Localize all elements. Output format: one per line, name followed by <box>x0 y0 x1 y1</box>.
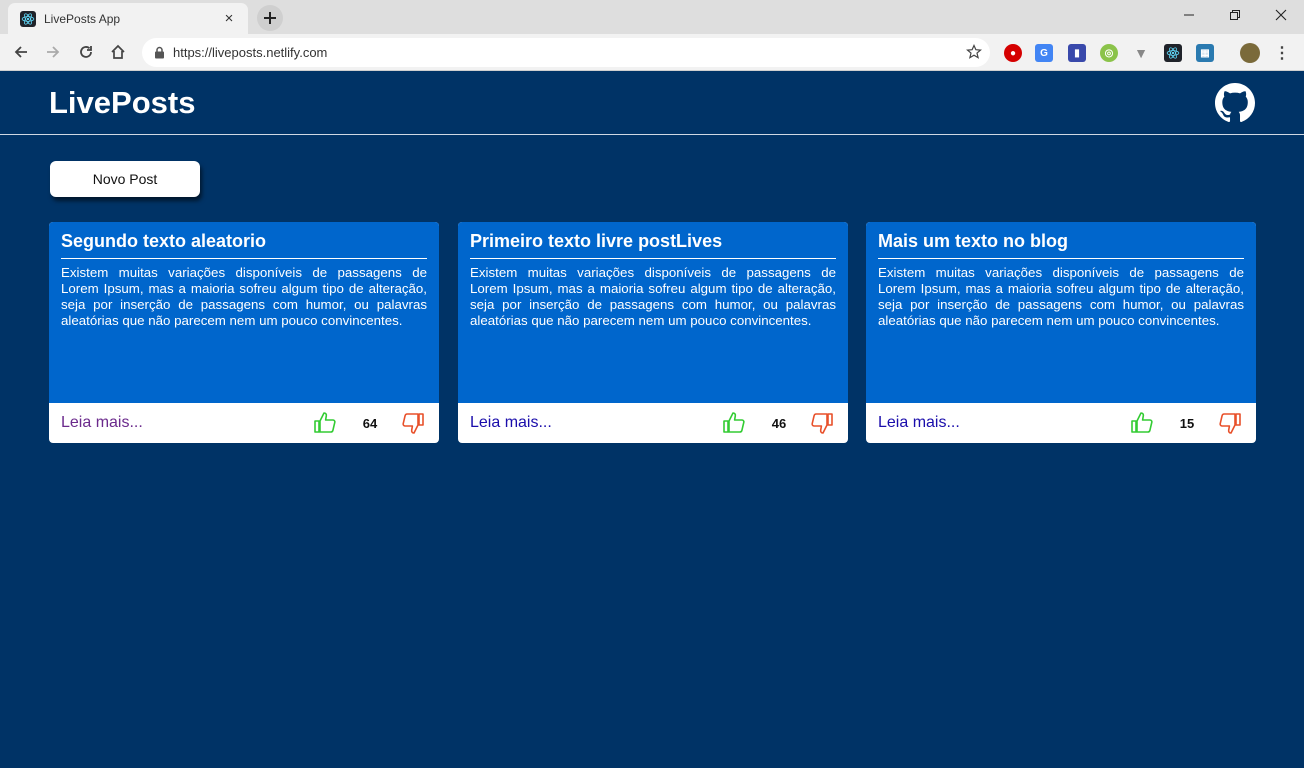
post-excerpt: Existem muitas variações disponíveis de … <box>470 265 836 328</box>
thumbs-up-icon[interactable] <box>1130 411 1154 435</box>
thumbs-down-icon[interactable] <box>1218 411 1242 435</box>
react-icon <box>20 10 36 27</box>
new-tab-button[interactable] <box>257 5 283 31</box>
app-title: LivePosts <box>49 85 196 120</box>
restore-icon <box>1230 10 1240 20</box>
forward-button[interactable] <box>40 39 66 65</box>
vote-count: 15 <box>1179 416 1195 431</box>
color-picker-extension-icon[interactable]: ◎ <box>1100 44 1118 62</box>
browser-tab-bar: LivePosts App × <box>0 0 1304 34</box>
post-card: Segundo texto aleatorio Existem muitas v… <box>49 222 439 443</box>
post-title: Mais um texto no blog <box>878 231 1244 259</box>
post-title: Primeiro texto livre postLives <box>470 231 836 259</box>
post-card-body: Primeiro texto livre postLives Existem m… <box>458 222 848 403</box>
new-post-button[interactable]: Novo Post <box>50 161 200 197</box>
translate-extension-icon[interactable]: G <box>1035 44 1053 62</box>
post-card: Primeiro texto livre postLives Existem m… <box>458 222 848 443</box>
browser-toolbar: https://liveposts.netlify.com ● G ▮ ◎ ▼ … <box>0 34 1304 71</box>
vote-count: 64 <box>362 416 378 431</box>
close-window-button[interactable] <box>1258 0 1304 30</box>
back-button[interactable] <box>8 39 34 65</box>
lock-icon <box>155 46 164 59</box>
grid-extension-icon[interactable]: ▦ <box>1196 44 1214 62</box>
post-title: Segundo texto aleatorio <box>61 231 427 259</box>
read-more-link[interactable]: Leia mais... <box>470 414 552 432</box>
post-card-body: Mais um texto no blog Existem muitas var… <box>866 222 1256 403</box>
post-card: Mais um texto no blog Existem muitas var… <box>866 222 1256 443</box>
app-header: LivePosts <box>0 71 1304 135</box>
url-text: https://liveposts.netlify.com <box>173 45 328 60</box>
read-more-link[interactable]: Leia mais... <box>61 414 143 432</box>
arrow-right-icon <box>47 46 60 58</box>
tab-title: LivePosts App <box>44 11 121 26</box>
bookmark-star-icon[interactable] <box>966 44 982 65</box>
post-card-footer: Leia mais... 64 <box>49 403 439 443</box>
avatar[interactable] <box>1240 43 1260 63</box>
close-icon <box>1275 9 1287 21</box>
minimize-icon <box>1184 14 1194 16</box>
read-more-link[interactable]: Leia mais... <box>878 414 960 432</box>
thumbs-down-icon[interactable] <box>810 411 834 435</box>
home-button[interactable] <box>105 39 131 65</box>
thumbs-down-icon[interactable] <box>401 411 425 435</box>
menu-kebab-icon[interactable]: ⋮ <box>1273 44 1291 62</box>
post-excerpt: Existem muitas variações disponíveis de … <box>878 265 1244 328</box>
home-icon <box>111 44 125 59</box>
thumbs-up-icon[interactable] <box>722 411 746 435</box>
browser-tab[interactable]: LivePosts App × <box>8 3 248 34</box>
adblock-extension-icon[interactable]: ● <box>1004 44 1022 62</box>
post-card-footer: Leia mais... 15 <box>866 403 1256 443</box>
tab-close-icon[interactable]: × <box>220 10 238 28</box>
address-bar[interactable]: https://liveposts.netlify.com <box>142 38 990 67</box>
restore-button[interactable] <box>1212 0 1258 30</box>
post-card-body: Segundo texto aleatorio Existem muitas v… <box>49 222 439 403</box>
vue-devtools-extension-icon[interactable]: ▼ <box>1132 44 1150 62</box>
thumbs-up-icon[interactable] <box>313 411 337 435</box>
github-icon[interactable] <box>1215 83 1255 123</box>
extension-icon[interactable]: ▮ <box>1068 44 1086 62</box>
react-devtools-extension-icon[interactable] <box>1164 44 1182 62</box>
post-excerpt: Existem muitas variações disponíveis de … <box>61 265 427 328</box>
plus-icon <box>264 12 276 24</box>
arrow-left-icon <box>14 46 27 58</box>
post-card-footer: Leia mais... 46 <box>458 403 848 443</box>
reload-button[interactable] <box>73 39 99 65</box>
minimize-button[interactable] <box>1166 0 1212 30</box>
reload-icon <box>80 46 92 58</box>
vote-count: 46 <box>771 416 787 431</box>
